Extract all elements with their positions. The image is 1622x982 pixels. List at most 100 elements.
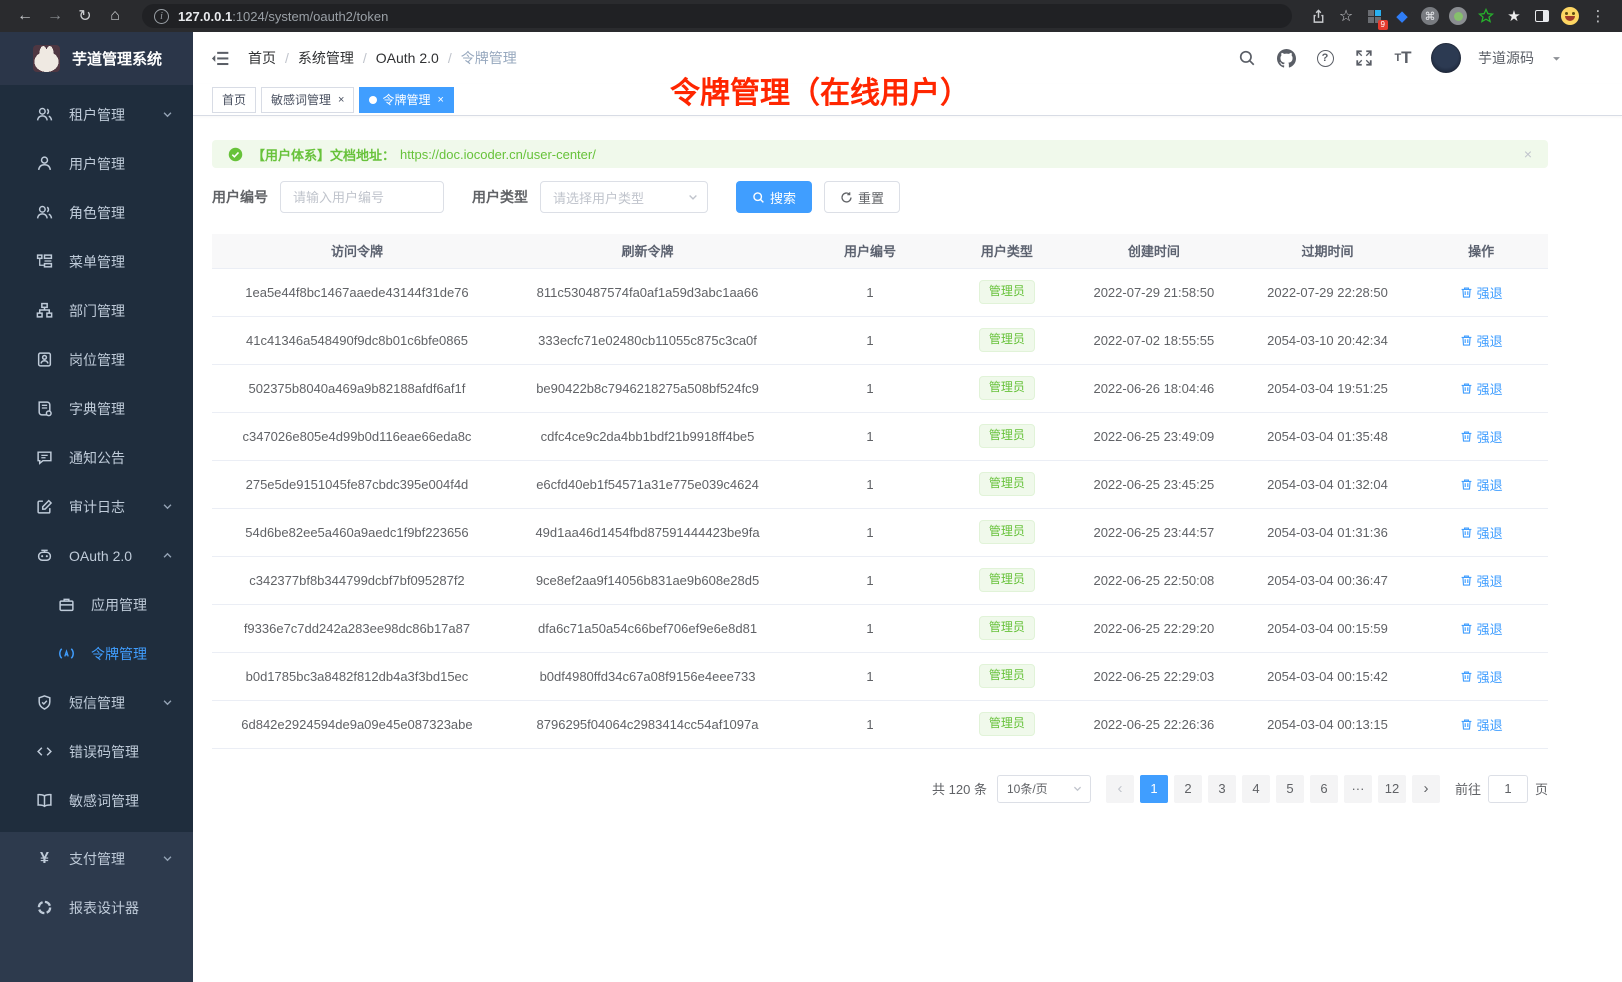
user-type-badge: 管理员 — [979, 376, 1035, 400]
browser-reload-icon[interactable]: ↻ — [72, 3, 98, 29]
access-token-cell: 1ea5e44f8bc1467aaede43144f31de76 — [212, 268, 502, 316]
browser-back-icon[interactable]: ← — [12, 3, 38, 29]
sidebar-item-notice[interactable]: 通知公告 — [0, 433, 193, 482]
sidebar-item-oauth2-app[interactable]: 应用管理 — [0, 580, 193, 629]
table-row: c342377bf8b344799dcbf7bf095287f29ce8ef2a… — [212, 556, 1548, 604]
sidebar-item-role[interactable]: 角色管理 — [0, 188, 193, 237]
refresh-token-cell: be90422b8c7946218275a508bf524fc9 — [502, 364, 793, 412]
access-token-cell: 54d6be82ee5a460a9aedc1f9bf223656 — [212, 508, 502, 556]
sidebar-item-oauth2[interactable]: OAuth 2.0 — [0, 531, 193, 580]
sidebar-item-dept[interactable]: 部门管理 — [0, 286, 193, 335]
site-info-icon[interactable]: i — [154, 9, 169, 24]
page-button-4[interactable]: 4 — [1242, 775, 1270, 803]
command-extension-icon[interactable]: ⌘ — [1418, 4, 1442, 28]
user-id-cell: 1 — [793, 652, 947, 700]
sidebar-item-menu[interactable]: 菜单管理 — [0, 237, 193, 286]
expires-cell: 2054-03-10 20:42:34 — [1241, 316, 1415, 364]
breadcrumb-system[interactable]: 系统管理 — [298, 48, 354, 68]
dictionary-book-icon — [36, 400, 53, 417]
force-logout-button[interactable]: 强退 — [1460, 379, 1503, 398]
font-size-icon[interactable]: TT — [1392, 47, 1414, 69]
expires-cell: 2054-03-04 00:15:59 — [1241, 604, 1415, 652]
expires-cell: 2054-03-04 00:13:15 — [1241, 700, 1415, 748]
extension-grid-icon[interactable]: 9 — [1362, 4, 1386, 28]
user-avatar[interactable] — [1431, 43, 1461, 73]
sidebar-fold-icon[interactable] — [208, 46, 232, 70]
access-token-cell: 41c41346a548490f9dc8b01c6bfe0865 — [212, 316, 502, 364]
breadcrumb-oauth2[interactable]: OAuth 2.0 — [376, 50, 439, 66]
pagination: 共 120 条 10条/页 ‹ 1 2 3 4 5 6 ··· 12 › 前往 … — [212, 775, 1548, 803]
tab-close-icon[interactable]: × — [338, 94, 344, 106]
force-logout-button[interactable]: 强退 — [1460, 715, 1503, 734]
sidebar-item-oauth2-token[interactable]: 令牌管理 — [0, 629, 193, 678]
search-button[interactable]: 搜索 — [736, 181, 812, 213]
tree-list-icon — [36, 253, 53, 270]
fullscreen-icon[interactable] — [1353, 47, 1375, 69]
help-icon[interactable]: ? — [1314, 47, 1336, 69]
sidebar-item-dict[interactable]: 字典管理 — [0, 384, 193, 433]
bookmark-star-icon[interactable]: ☆ — [1334, 4, 1358, 28]
sidebar-item-user[interactable]: 用户管理 — [0, 139, 193, 188]
sidebar-item-report-designer[interactable]: 报表设计器 — [0, 883, 193, 932]
tab-sensitive-word[interactable]: 敏感词管理 × — [261, 87, 354, 113]
force-logout-button[interactable]: 强退 — [1460, 475, 1503, 494]
share-icon[interactable] — [1306, 4, 1330, 28]
user-dropdown-caret-icon[interactable] — [1551, 53, 1562, 64]
app-logo[interactable]: 芋道管理系统 — [0, 32, 193, 85]
star-extension-icon[interactable] — [1474, 4, 1498, 28]
user-id-cell: 1 — [793, 460, 947, 508]
force-logout-button[interactable]: 强退 — [1460, 523, 1503, 542]
sidebar-item-sensitive-word[interactable]: 敏感词管理 — [0, 776, 193, 825]
force-logout-button[interactable]: 强退 — [1460, 427, 1503, 446]
doc-link[interactable]: https://doc.iocoder.cn/user-center/ — [400, 147, 596, 162]
alert-close-icon[interactable]: × — [1524, 146, 1532, 162]
sidebar-item-pay[interactable]: ¥ 支付管理 — [0, 834, 193, 883]
sidebar-item-sms[interactable]: 短信管理 — [0, 678, 193, 727]
side-panel-icon[interactable] — [1530, 4, 1554, 28]
page-button-1[interactable]: 1 — [1140, 775, 1168, 803]
page-button-5[interactable]: 5 — [1276, 775, 1304, 803]
user-type-badge: 管理员 — [979, 664, 1035, 688]
profile-avatar-icon[interactable] — [1558, 4, 1582, 28]
page-size-select[interactable]: 10条/页 — [997, 775, 1091, 803]
gem-extension-icon[interactable]: ◆ — [1390, 4, 1414, 28]
refresh-token-cell: 333ecfc71e02480cb11055c875c3ca0f — [502, 316, 793, 364]
reset-button[interactable]: 重置 — [824, 181, 900, 213]
force-logout-button[interactable]: 强退 — [1460, 571, 1503, 590]
force-logout-button[interactable]: 强退 — [1460, 331, 1503, 350]
tab-close-icon[interactable]: × — [437, 94, 443, 106]
tab-home[interactable]: 首页 — [212, 87, 256, 113]
browser-home-icon[interactable]: ⌂ — [102, 3, 128, 29]
next-page-button[interactable]: › — [1412, 775, 1440, 803]
sidebar-item-error-code[interactable]: 错误码管理 — [0, 727, 193, 776]
tab-token[interactable]: 令牌管理 × — [359, 87, 453, 113]
sidebar-item-post[interactable]: 岗位管理 — [0, 335, 193, 384]
force-logout-button[interactable]: 强退 — [1460, 283, 1503, 302]
user-id-input[interactable] — [280, 181, 444, 213]
page-button-6[interactable]: 6 — [1310, 775, 1338, 803]
force-logout-button[interactable]: 强退 — [1460, 667, 1503, 686]
prev-page-button[interactable]: ‹ — [1106, 775, 1134, 803]
col-created: 创建时间 — [1067, 234, 1241, 268]
browser-forward-icon[interactable]: → — [42, 3, 68, 29]
page-button-12[interactable]: 12 — [1378, 775, 1406, 803]
force-logout-button[interactable]: 强退 — [1460, 619, 1503, 638]
browser-menu-icon[interactable]: ⋮ — [1586, 4, 1610, 28]
recorder-extension-icon[interactable] — [1446, 4, 1470, 28]
header-search-icon[interactable] — [1236, 47, 1258, 69]
goto-page-input[interactable] — [1488, 775, 1528, 803]
sidebar-item-tenant[interactable]: 租户管理 — [0, 90, 193, 139]
white-star-extension-icon[interactable]: ★ — [1502, 4, 1526, 28]
breadcrumb-home[interactable]: 首页 — [248, 48, 276, 68]
user-type-label: 用户类型 — [472, 187, 528, 207]
page-content: 【用户体系】文档地址： https://doc.iocoder.cn/user-… — [193, 116, 1622, 803]
sidebar-item-audit-log[interactable]: 审计日志 — [0, 482, 193, 531]
user-type-select[interactable]: 请选择用户类型 — [540, 181, 708, 213]
page-button-2[interactable]: 2 — [1174, 775, 1202, 803]
edit-log-icon — [36, 498, 53, 515]
username[interactable]: 芋道源码 — [1478, 48, 1534, 68]
github-icon[interactable] — [1275, 47, 1297, 69]
address-bar[interactable]: i 127.0.0.1:1024/system/oauth2/token — [142, 4, 1292, 28]
page-ellipsis-button[interactable]: ··· — [1344, 775, 1372, 803]
page-button-3[interactable]: 3 — [1208, 775, 1236, 803]
